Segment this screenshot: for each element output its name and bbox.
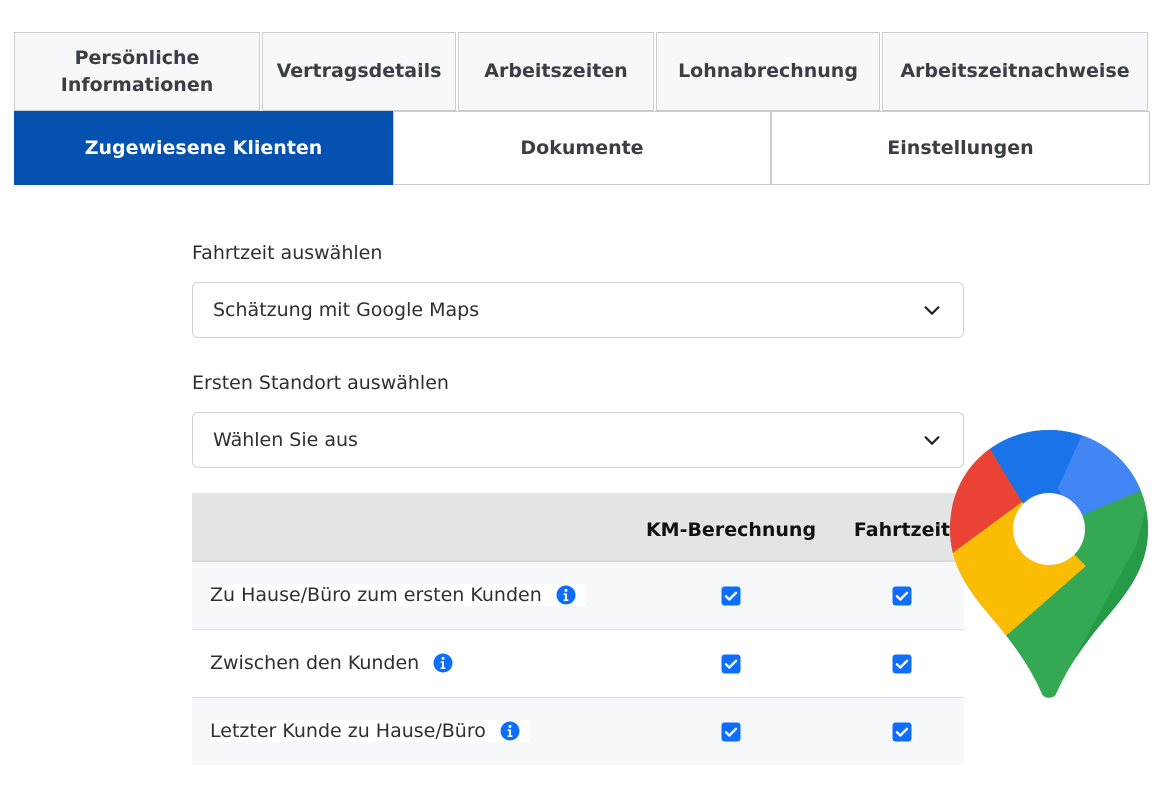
tab-assigned-clients[interactable]: Zugewiesene Klienten (14, 111, 393, 185)
row-label: Zwischen den Kunden (210, 652, 420, 674)
checkbox-checked-icon[interactable] (892, 586, 912, 606)
first-location-selected-value: Wählen Sie aus (213, 429, 358, 451)
chevron-down-icon (924, 306, 940, 315)
tab-settings[interactable]: Einstellungen (771, 111, 1150, 185)
tab-payroll[interactable]: Lohnabrechnung (656, 32, 880, 111)
tab-row-2: Zugewiesene Klienten Dokumente Einstellu… (14, 111, 1150, 185)
table-row: Letzter Kunde zu Hause/Büro (192, 697, 964, 765)
table-header-km: KM-Berechnung (645, 518, 817, 541)
table-row: Zwischen den Kunden (192, 629, 964, 697)
chevron-down-icon (924, 436, 940, 445)
tab-personal-information[interactable]: Persönliche Informationen (14, 32, 260, 111)
table-header-empty (192, 493, 622, 561)
tab-contract-details[interactable]: Vertragsdetails (262, 32, 456, 111)
tab-navigation: Persönliche Informationen Vertragsdetail… (14, 32, 1150, 185)
tab-working-hours[interactable]: Arbeitszeiten (458, 32, 654, 111)
info-icon[interactable] (433, 653, 453, 673)
row-label: Zu Hause/Büro zum ersten Kunden (210, 584, 542, 607)
row-label: Letzter Kunde zu Hause/Büro (210, 720, 486, 743)
table-header-row: KM-Berechnung Fahrtzeit (192, 493, 964, 561)
checkbox-checked-icon[interactable] (721, 654, 741, 674)
travel-time-label: Fahrtzeit auswählen (192, 242, 383, 264)
tab-documents[interactable]: Dokumente (393, 111, 771, 185)
checkbox-checked-icon[interactable] (721, 586, 741, 606)
tab-row-1: Persönliche Informationen Vertragsdetail… (14, 32, 1150, 111)
first-location-select[interactable]: Wählen Sie aus (192, 412, 964, 468)
travel-settings-panel: Fahrtzeit auswählen Schätzung mit Google… (192, 240, 964, 765)
travel-time-select[interactable]: Schätzung mit Google Maps (192, 282, 964, 338)
checkbox-checked-icon[interactable] (892, 654, 912, 674)
travel-calculation-table: KM-Berechnung Fahrtzeit Zu Hause/Büro zu… (192, 493, 964, 765)
travel-time-selected-value: Schätzung mit Google Maps (213, 299, 480, 321)
info-icon[interactable] (556, 585, 576, 605)
google-maps-pin-icon (950, 430, 1148, 698)
tab-timesheets[interactable]: Arbeitszeitnachweise (882, 32, 1148, 111)
checkbox-checked-icon[interactable] (892, 722, 912, 742)
table-row: Zu Hause/Büro zum ersten Kunden (192, 561, 964, 629)
checkbox-checked-icon[interactable] (721, 722, 741, 742)
first-location-label: Ersten Standort auswählen (192, 372, 449, 394)
info-icon[interactable] (500, 721, 520, 741)
